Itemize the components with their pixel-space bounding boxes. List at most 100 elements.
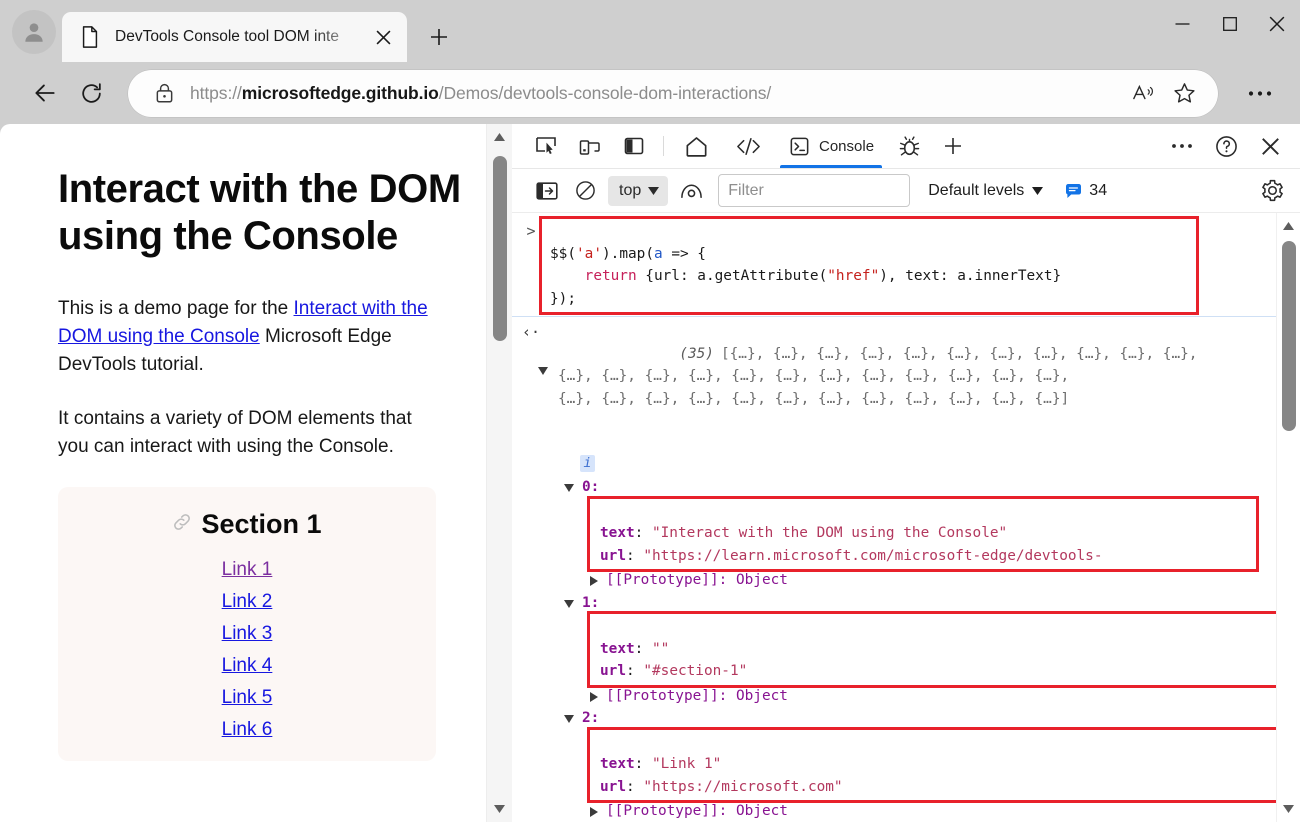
- device-emulation-icon: [578, 134, 602, 158]
- message-icon: [1065, 183, 1082, 199]
- browser-settings-more-button[interactable]: [1238, 71, 1282, 115]
- devtools-help-button[interactable]: [1204, 134, 1248, 159]
- browser-window: DevTools Console tool DOM inte: [0, 0, 1300, 822]
- entry-0-key-text: text: [600, 525, 635, 541]
- url-domain: microsoftedge.github.io: [242, 83, 439, 103]
- entry-2-val-url: "https://microsoft.com": [643, 779, 842, 795]
- bug-icon: [897, 134, 922, 159]
- entry-0-key-url: url: [600, 548, 626, 564]
- result-expand-toggle[interactable]: [538, 367, 548, 375]
- console-sidebar-toggle-button[interactable]: [528, 174, 566, 208]
- anchor-link-icon[interactable]: [172, 512, 192, 538]
- device-emulation-button[interactable]: [568, 124, 612, 168]
- console-result-prompt: ‹·: [520, 320, 542, 455]
- browser-titlebar: DevTools Console tool DOM inte: [0, 0, 1300, 62]
- address-bar[interactable]: https://microsoftedge.github.io/Demos/de…: [128, 70, 1218, 117]
- gear-icon: [1260, 178, 1285, 203]
- javascript-context-selector[interactable]: top: [608, 176, 668, 206]
- tab-welcome[interactable]: [671, 124, 722, 168]
- console-entry-0-prototype[interactable]: [[Prototype]]: Object: [512, 569, 1276, 592]
- entry-1-val-text: "": [652, 641, 669, 657]
- live-expression-button[interactable]: [672, 174, 710, 208]
- devtools-settings-button[interactable]: [1254, 174, 1290, 208]
- page-link-5[interactable]: Link 5: [222, 684, 273, 711]
- page-link-1[interactable]: Link 1: [222, 556, 273, 583]
- page-scrollbar[interactable]: [486, 124, 512, 822]
- read-aloud-icon[interactable]: [1124, 73, 1164, 113]
- tab-console[interactable]: Console: [775, 124, 887, 168]
- entry-0-val-url: "https://learn.microsoft.com/microsoft-e…: [643, 548, 1102, 564]
- entry-0-proto-toggle[interactable]: [590, 576, 598, 586]
- page-scroll-thumb[interactable]: [493, 156, 507, 341]
- dock-side-button[interactable]: [612, 124, 656, 168]
- devtools-panel: Console: [512, 124, 1300, 822]
- browser-tab[interactable]: DevTools Console tool DOM inte: [62, 12, 407, 62]
- help-icon: [1214, 134, 1239, 159]
- console-scroll-down-button[interactable]: [1276, 796, 1300, 822]
- entry-0-proto-label: [[Prototype]]: Object: [606, 569, 788, 592]
- console-scroll-up-button[interactable]: [1276, 213, 1300, 239]
- entry-1-proto-toggle[interactable]: [590, 692, 598, 702]
- console-output-area: > $$('a').map(a => { return {url: a.getA…: [512, 213, 1300, 822]
- more-tools-add-button[interactable]: [931, 124, 975, 168]
- entry-1-key-url: url: [600, 663, 626, 679]
- window-maximize-button[interactable]: [1206, 0, 1253, 48]
- entry-1-index: 1:: [582, 592, 599, 615]
- expr-l2-p2: ), text: a.innerText}: [879, 268, 1061, 284]
- devtools-more-button[interactable]: [1160, 143, 1204, 149]
- expr-l3: });: [550, 291, 576, 307]
- entry-2-key-url: url: [600, 779, 626, 795]
- page-link-3[interactable]: Link 3: [222, 620, 273, 647]
- console-scroll-thumb[interactable]: [1282, 241, 1296, 431]
- profile-avatar-button[interactable]: [12, 10, 56, 54]
- star-icon[interactable]: [1164, 73, 1204, 113]
- console-message-count[interactable]: 34: [1065, 182, 1107, 200]
- clear-console-button[interactable]: [566, 174, 604, 208]
- console-result-array[interactable]: (35)[{…}, {…}, {…}, {…}, {…}, {…}, {…}, …: [542, 320, 1276, 455]
- page-link-6[interactable]: Link 6: [222, 716, 273, 743]
- console-input-expression[interactable]: $$('a').map(a => { return {url: a.getAtt…: [542, 219, 1196, 312]
- console-scroll-track[interactable]: [1277, 239, 1300, 796]
- tab-elements[interactable]: [722, 124, 775, 168]
- reload-button[interactable]: [68, 70, 114, 116]
- log-levels-dropdown[interactable]: Default levels: [928, 182, 1043, 200]
- console-log[interactable]: > $$('a').map(a => { return {url: a.getA…: [512, 213, 1276, 822]
- sidebar-toggle-icon: [536, 181, 558, 201]
- tab-close-button[interactable]: [369, 23, 397, 51]
- entry-1-key-text: text: [600, 641, 635, 657]
- console-entry-1-prototype[interactable]: [[Prototype]]: Object: [512, 685, 1276, 708]
- result-line-3: {…}, {…}, {…}, {…}, {…}, {…}, {…}, {…}, …: [558, 391, 1069, 407]
- chevron-down-icon-2: [1032, 187, 1043, 195]
- entry-2-toggle[interactable]: [564, 715, 574, 723]
- window-minimize-button[interactable]: [1159, 0, 1206, 48]
- window-close-button[interactable]: [1253, 0, 1300, 48]
- console-entry-0-props: text: "Interact with the DOM using the C…: [512, 499, 1276, 570]
- page-link-4[interactable]: Link 4: [222, 652, 273, 679]
- entry-1-highlight-box: text: "" url: "#section-1": [590, 614, 1276, 685]
- new-tab-button[interactable]: [417, 15, 461, 59]
- browser-navigation-bar: https://microsoftedge.github.io/Demos/de…: [0, 62, 1300, 124]
- entry-2-proto-toggle[interactable]: [590, 807, 598, 817]
- entry-0-toggle[interactable]: [564, 484, 574, 492]
- page-scroll-track[interactable]: [487, 150, 512, 796]
- lock-icon: [150, 79, 178, 107]
- entry-1-toggle[interactable]: [564, 600, 574, 608]
- console-input-row[interactable]: > $$('a').map(a => { return {url: a.getA…: [512, 219, 1276, 317]
- page-scroll-up-button[interactable]: [487, 124, 513, 150]
- devtools-close-button[interactable]: [1248, 137, 1292, 156]
- expr-l2-p1: {url: a.getAttribute(: [637, 268, 828, 284]
- page-link-2[interactable]: Link 2: [222, 588, 273, 615]
- console-filter-input[interactable]: [718, 174, 910, 207]
- console-scrollbar[interactable]: [1276, 213, 1300, 822]
- section-1-link-list: Link 1 Link 2 Link 3 Link 4 Link 5 Link …: [68, 556, 426, 743]
- section-1-title: Section 1: [201, 509, 321, 540]
- page-scroll-down-button[interactable]: [487, 796, 513, 822]
- console-info-badge[interactable]: i: [580, 455, 595, 472]
- console-entry-2-prototype[interactable]: [[Prototype]]: Object: [512, 800, 1276, 822]
- back-button[interactable]: [22, 70, 68, 116]
- tab-debug-button[interactable]: [887, 124, 931, 168]
- devtools-tabbar: Console: [512, 124, 1300, 169]
- paragraph-1-pre: This is a demo page for the: [58, 298, 294, 319]
- inspect-element-button[interactable]: [524, 124, 568, 168]
- console-entry-2-props: text: "Link 1" url: "https://microsoft.c…: [512, 730, 1276, 801]
